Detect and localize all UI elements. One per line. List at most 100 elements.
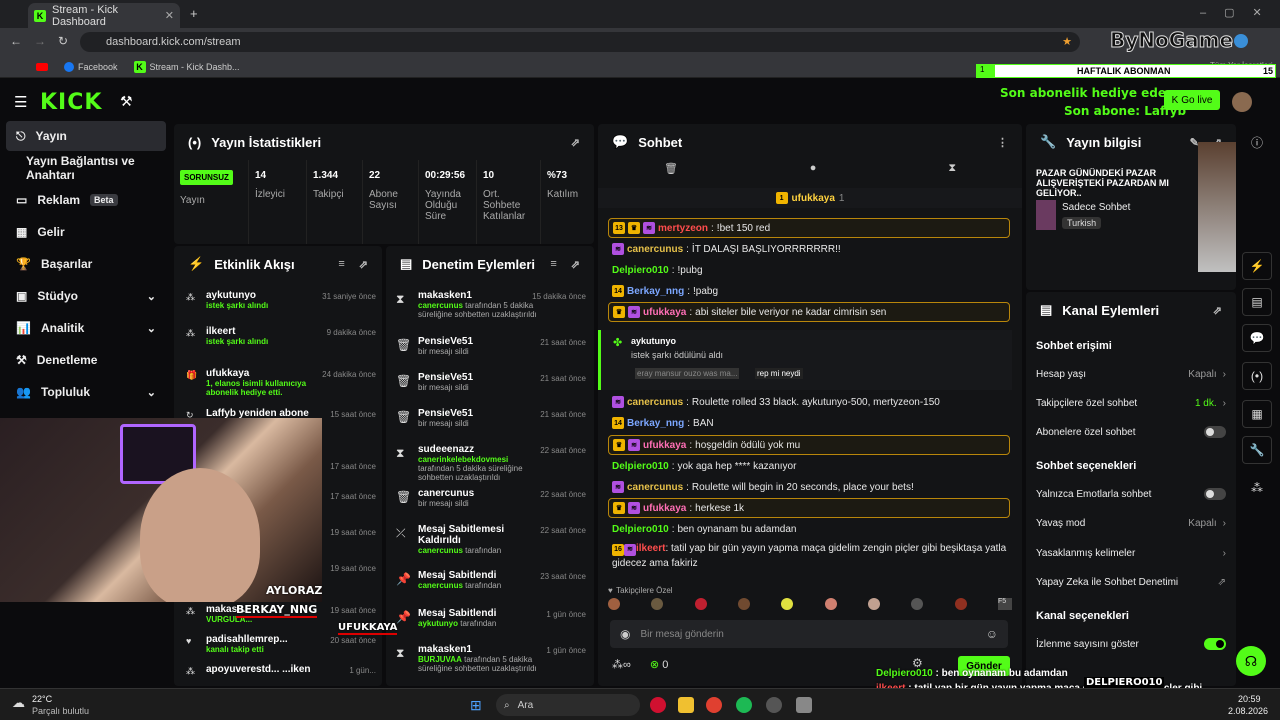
row-slow-mode[interactable]: Yavaş mod Kapalı ›: [1026, 513, 1226, 533]
chat-message[interactable]: ♛ ≋ ufukkaya: abi siteler bile veriyor ne …: [608, 302, 1010, 322]
taskbar-search[interactable]: ⌕ Ara: [496, 694, 640, 716]
new-tab-icon[interactable]: +: [190, 6, 198, 21]
chat-username[interactable]: mertyzeon: [658, 223, 708, 234]
chrome-icon[interactable]: [706, 697, 722, 713]
emote-icon[interactable]: [781, 598, 794, 610]
chat-username[interactable]: Berkay_nng: [627, 286, 684, 297]
chat-username[interactable]: Berkay_nng: [627, 418, 684, 429]
app-icon[interactable]: [650, 697, 666, 713]
sidebar-item-gelir[interactable]: ▦ Gelir: [6, 217, 166, 247]
sidebar-item-denetleme[interactable]: ⚒ Denetleme: [6, 345, 166, 375]
chat-message[interactable]: 14 Berkay_nng: BAN: [608, 413, 1010, 433]
chat-message[interactable]: 14 Berkay_nng: !pabg: [608, 281, 1010, 301]
chat-message[interactable]: ♛ ≋ ufukkaya: hoşgeldin ödülü yok mu: [608, 435, 1010, 455]
kick-bookmark[interactable]: K Stream - Kick Dashb...: [133, 60, 240, 73]
youtube-bookmark[interactable]: [36, 62, 48, 71]
close-tab-icon[interactable]: ✕: [165, 9, 174, 22]
chat-username[interactable]: canercunus: [627, 397, 683, 408]
support-icon[interactable]: ☊: [1236, 646, 1266, 676]
avatar[interactable]: [1232, 92, 1252, 112]
emote-icon[interactable]: [608, 598, 620, 610]
emote-icon[interactable]: [694, 598, 707, 610]
emote-icon[interactable]: [954, 598, 967, 610]
hammer-icon[interactable]: ⚒: [120, 93, 133, 110]
chat-username[interactable]: ufukkaya: [643, 440, 686, 451]
chat-message[interactable]: ≋ canercunus: Roulette rolled 33 black. a…: [608, 392, 1010, 412]
hamburger-menu-icon[interactable]: ☰: [14, 93, 27, 111]
emoji-icon[interactable]: ☺: [986, 627, 998, 641]
filter-icon[interactable]: ≡: [550, 258, 556, 271]
emote-icon[interactable]: [737, 598, 750, 610]
wrench-icon[interactable]: 🔧: [1242, 436, 1272, 464]
sidebar-item-reklam[interactable]: ▭ Reklam Beta: [6, 185, 166, 215]
hourglass-icon[interactable]: ⧗: [948, 162, 956, 184]
row-followers-only[interactable]: Takipçilere özel sohbet 1 dk. ›: [1026, 393, 1226, 413]
row-subs-only[interactable]: Abonelere özel sohbet: [1026, 422, 1226, 442]
broom-icon[interactable]: ▦: [1242, 400, 1272, 428]
emote-icon[interactable]: [824, 598, 837, 610]
windows-start-icon[interactable]: ⊞: [470, 697, 482, 714]
folder-icon[interactable]: [678, 697, 694, 713]
chat-username[interactable]: canercunus: [627, 244, 683, 255]
chat-message[interactable]: 16 ≋ ilkeert: tatil yap bir gün yayın yapm…: [608, 541, 1010, 577]
chat-message[interactable]: ♛ ≋ ufukkaya: herkese 1k: [608, 498, 1010, 518]
popout-icon[interactable]: ⇗: [571, 136, 580, 149]
chat-username[interactable]: Delpiero010: [612, 265, 669, 276]
row-emote-only[interactable]: Yalnızca Emotlarla sohbet: [1026, 484, 1226, 504]
profile-icon[interactable]: [1234, 34, 1248, 48]
emote-icon[interactable]: [651, 598, 664, 610]
filter-icon[interactable]: ≡: [338, 258, 344, 271]
chat-input[interactable]: ◉ Bir mesaj gönderin ☺: [610, 620, 1008, 648]
chat-username[interactable]: ufukkaya: [643, 307, 686, 318]
chat-username[interactable]: canercunus: [627, 482, 683, 493]
chat-message[interactable]: Delpiero010: ben oynanam bu adamdan: [608, 519, 1010, 539]
sidebar-item-topluluk[interactable]: 👥 Topluluk ⌄: [6, 377, 166, 407]
forward-icon[interactable]: →: [34, 34, 46, 48]
broadcast-icon[interactable]: (•): [1242, 362, 1272, 390]
sidebar-item-basarilar[interactable]: 🏆 Başarılar: [6, 249, 166, 279]
subs-only-toggle[interactable]: [1204, 426, 1226, 438]
chat-message[interactable]: ≋ canercunus: İT DALAŞI BAŞLIYORRRRRRR!!: [608, 239, 1010, 259]
window-controls[interactable]: –▢✕: [1200, 6, 1280, 19]
popout-icon[interactable]: ⇗: [359, 258, 368, 271]
row-ai-moderation[interactable]: Yapay Zeka ile Sohbet Denetimi ⇗: [1026, 572, 1226, 592]
obs-icon[interactable]: [766, 697, 782, 713]
chat-username[interactable]: Delpiero010: [612, 524, 669, 535]
pinned-bar[interactable]: 1 ufukkaya 1: [598, 188, 1022, 208]
chat-message[interactable]: Delpiero010: yok aga hep **** kazanıyor: [608, 456, 1010, 476]
chat-message[interactable]: ≋ canercunus: Roulette will begin in 20 s…: [608, 477, 1010, 497]
app-icon[interactable]: [796, 697, 812, 713]
sidebar-item-yayin[interactable]: ⎋ Yayın: [6, 121, 166, 151]
more-options-icon[interactable]: ⋮: [997, 136, 1008, 149]
kick-logo[interactable]: KICK: [40, 90, 102, 115]
bookmark-star-icon[interactable]: ★: [1062, 35, 1072, 48]
chat-username[interactable]: ilkeert: [636, 543, 665, 554]
info-icon[interactable]: ⓘ: [1242, 128, 1272, 156]
reload-icon[interactable]: ↻: [58, 34, 68, 48]
chat-message[interactable]: Delpiero010: !pubg: [608, 260, 1010, 280]
chat-username[interactable]: Delpiero010: [612, 461, 669, 472]
chat-icon[interactable]: 💬: [1242, 324, 1272, 352]
row-account-age[interactable]: Hesap yaşı Kapalı ›: [1026, 364, 1226, 384]
chat-message[interactable]: 13 ♛ ≋ mertyzeon: !bet 150 red: [608, 218, 1010, 238]
clipboard-icon[interactable]: ▤: [1242, 288, 1272, 316]
users-icon[interactable]: ⁂∞: [612, 659, 631, 671]
address-bar[interactable]: dashboard.kick.com/stream ★: [80, 32, 1080, 52]
viewcount-toggle[interactable]: [1204, 638, 1226, 650]
spotify-icon[interactable]: [736, 697, 752, 713]
sidebar-item-studyo[interactable]: ▣ Stüdyo ⌄: [6, 281, 166, 311]
row-show-viewcount[interactable]: İzlenme sayısını göster: [1026, 634, 1226, 654]
sidebar-item-analitik[interactable]: 📊 Analitik ⌄: [6, 313, 166, 343]
emote-icon[interactable]: F5: [997, 598, 1012, 610]
chat-username[interactable]: ufukkaya: [643, 503, 686, 514]
sidebar-item-stream-key[interactable]: Yayın Bağlantısı ve Anahtarı: [6, 153, 166, 183]
emote-icon[interactable]: [911, 598, 924, 610]
facebook-bookmark[interactable]: Facebook: [64, 61, 118, 72]
trash-icon[interactable]: 🗑: [664, 162, 678, 184]
go-live-button[interactable]: K Go live: [1164, 90, 1220, 110]
popout-icon[interactable]: ⇗: [571, 258, 580, 271]
chat-icon[interactable]: ●: [810, 162, 817, 184]
browser-tab[interactable]: K Stream - Kick Dashboard ✕: [28, 3, 180, 28]
emote-only-toggle[interactable]: [1204, 488, 1226, 500]
lightning-icon[interactable]: ⚡: [1242, 252, 1272, 280]
